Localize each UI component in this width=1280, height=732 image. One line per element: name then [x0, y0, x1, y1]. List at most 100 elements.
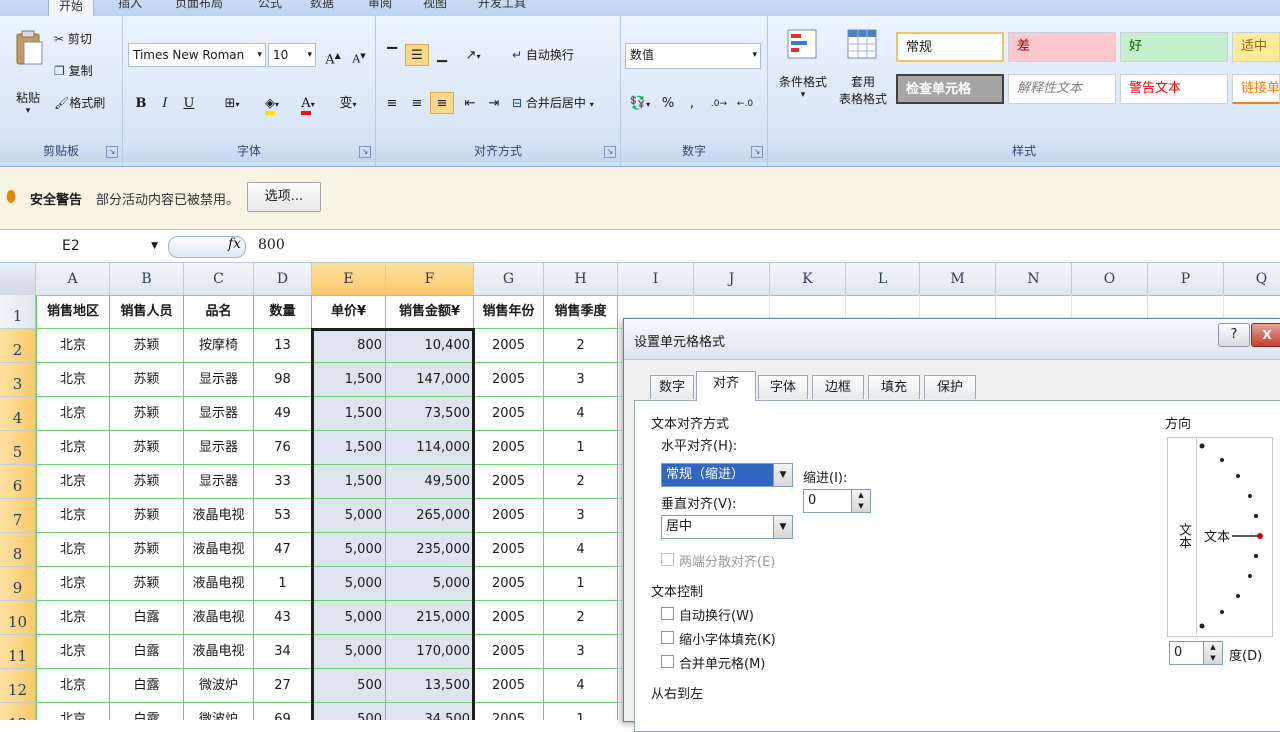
align-right-button[interactable]: ≡ [430, 92, 454, 114]
table-cell[interactable]: 2 [544, 601, 618, 635]
wrap-text-button[interactable]: ↵ 自动换行 [512, 46, 574, 63]
format-as-table-button[interactable]: 套用 表格格式 [834, 28, 892, 107]
table-cell[interactable]: 2 [544, 465, 618, 499]
table-cell[interactable]: 北京 [36, 363, 110, 397]
align-center-button[interactable]: ≡ [405, 92, 429, 114]
grow-font-button[interactable]: A▲ [321, 44, 345, 67]
table-cell[interactable]: 苏颖 [110, 363, 184, 397]
table-cell[interactable]: 1,500 [312, 431, 386, 465]
select-all-corner[interactable] [0, 263, 36, 295]
table-cell[interactable]: 北京 [36, 431, 110, 465]
table-cell[interactable]: 液晶电视 [184, 533, 254, 567]
table-cell[interactable]: 2 [544, 329, 618, 363]
table-cell[interactable]: 73,500 [386, 397, 474, 431]
column-header-C[interactable]: C [184, 263, 254, 295]
table-cell[interactable]: 4 [544, 669, 618, 703]
table-cell[interactable]: 1 [544, 703, 618, 720]
shrink-to-fit-checkbox[interactable] [661, 631, 674, 644]
table-cell[interactable]: 液晶电视 [184, 635, 254, 669]
header-cell[interactable]: 销售季度 [544, 295, 618, 329]
table-cell[interactable]: 49 [254, 397, 312, 431]
font-color-button[interactable]: A▾ [291, 92, 325, 115]
tab-protection[interactable]: 保护 [924, 375, 976, 399]
italic-button[interactable]: I [153, 92, 177, 114]
table-cell[interactable]: 2005 [474, 567, 544, 601]
degrees-spinner[interactable]: 0 ▲ ▼ [1169, 641, 1223, 665]
tab-border[interactable]: 边框 [812, 375, 864, 399]
table-cell[interactable]: 1,500 [312, 397, 386, 431]
table-cell[interactable]: 3 [544, 635, 618, 669]
table-cell[interactable]: 2005 [474, 635, 544, 669]
column-header-F[interactable]: F [386, 263, 474, 295]
orientation-button[interactable]: ↗▾ [458, 44, 488, 66]
table-cell[interactable]: 5,000 [386, 567, 474, 601]
style-normal[interactable]: 常规 [896, 32, 1004, 62]
vertical-text-button[interactable]: 文本 [1170, 438, 1197, 634]
table-cell[interactable]: 北京 [36, 397, 110, 431]
table-cell[interactable]: 2005 [474, 465, 544, 499]
copy-button[interactable]: ❐ 复制 [54, 62, 93, 79]
align-left-button[interactable]: ≡ [380, 92, 404, 114]
column-header-E[interactable]: E [312, 263, 386, 295]
table-cell[interactable]: 76 [254, 431, 312, 465]
table-cell[interactable]: 显示器 [184, 363, 254, 397]
header-cell[interactable]: 销售年份 [474, 295, 544, 329]
style-neutral[interactable]: 适中 [1232, 32, 1280, 62]
table-cell[interactable]: 白露 [110, 601, 184, 635]
table-cell[interactable]: 微波炉 [184, 669, 254, 703]
row-header[interactable]: 8 [0, 533, 36, 567]
style-warning[interactable]: 警告文本 [1120, 74, 1228, 104]
table-cell[interactable]: 苏颖 [110, 329, 184, 363]
header-cell[interactable]: 销售金额¥ [386, 295, 474, 329]
dialog-launcher-icon[interactable]: ↘ [106, 146, 118, 158]
table-cell[interactable]: 114,000 [386, 431, 474, 465]
table-cell[interactable]: 2005 [474, 363, 544, 397]
tab-insert[interactable]: 插入 [118, 0, 142, 11]
table-cell[interactable]: 2005 [474, 397, 544, 431]
table-cell[interactable]: 北京 [36, 635, 110, 669]
table-cell[interactable]: 34 [254, 635, 312, 669]
table-cell[interactable]: 265,000 [386, 499, 474, 533]
close-button[interactable]: X [1251, 323, 1280, 347]
tab-data[interactable]: 数据 [310, 0, 334, 11]
header-cell[interactable]: 销售地区 [36, 295, 110, 329]
tab-review[interactable]: 审阅 [368, 0, 392, 11]
tab-page-layout[interactable]: 页面布局 [175, 0, 223, 11]
table-cell[interactable]: 5,000 [312, 533, 386, 567]
paste-button[interactable]: 粘贴 ▾ [10, 28, 46, 116]
table-cell[interactable]: 显示器 [184, 397, 254, 431]
align-middle-button[interactable]: ☰ [405, 44, 429, 66]
font-name-select[interactable]: Times New Roman ▾ [128, 43, 266, 67]
table-cell[interactable]: 5,000 [312, 567, 386, 601]
justify-distributed-checkbox[interactable] [661, 553, 674, 566]
column-header-L[interactable]: L [846, 263, 920, 295]
dialog-launcher-icon[interactable]: ↘ [751, 146, 763, 158]
table-cell[interactable]: 2005 [474, 431, 544, 465]
header-cell[interactable]: 品名 [184, 295, 254, 329]
table-cell[interactable]: 显示器 [184, 431, 254, 465]
row-header[interactable]: 13 [0, 703, 36, 720]
column-header-B[interactable]: B [110, 263, 184, 295]
table-cell[interactable]: 3 [544, 363, 618, 397]
font-size-select[interactable]: 10 ▾ [268, 43, 316, 67]
table-cell[interactable]: 2005 [474, 703, 544, 720]
indent-spinner[interactable]: 0 ▲ ▼ [803, 489, 871, 513]
style-bad[interactable]: 差 [1008, 32, 1116, 62]
table-cell[interactable]: 800 [312, 329, 386, 363]
row-header[interactable]: 3 [0, 363, 36, 397]
comma-button[interactable]: , [683, 92, 701, 114]
row-header[interactable]: 7 [0, 499, 36, 533]
table-cell[interactable]: 1 [544, 567, 618, 601]
table-cell[interactable]: 北京 [36, 601, 110, 635]
table-cell[interactable]: 白露 [110, 703, 184, 720]
table-cell[interactable]: 2005 [474, 533, 544, 567]
table-cell[interactable]: 27 [254, 669, 312, 703]
increase-indent-button[interactable]: ⇥ [482, 92, 506, 114]
table-cell[interactable]: 5,000 [312, 635, 386, 669]
table-cell[interactable]: 53 [254, 499, 312, 533]
formula-input[interactable]: 800 [258, 237, 285, 253]
row-header[interactable]: 10 [0, 601, 36, 635]
shrink-font-button[interactable]: A▼ [347, 44, 371, 66]
cut-button[interactable]: ✂ 剪切 [54, 30, 92, 47]
align-top-button[interactable]: ▔ [380, 44, 404, 66]
